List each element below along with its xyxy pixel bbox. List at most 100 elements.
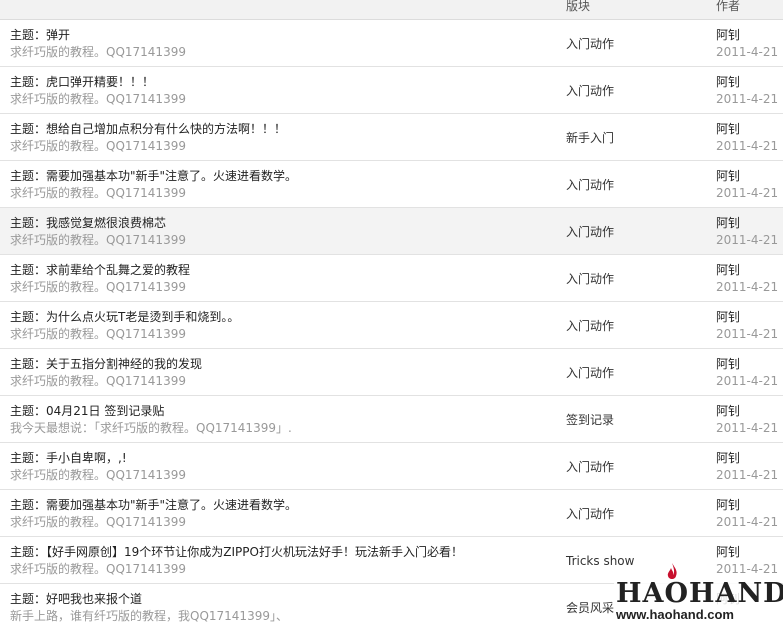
thread-date: 2011-4-21 1 [716, 468, 783, 482]
table-row: 主题：需要加强基本功"新手"注意了。火速进看数学。 求纤巧版的教程。QQ1714… [0, 161, 783, 208]
thread-forum-link[interactable]: 入门动作 [566, 225, 614, 240]
thread-excerpt: 求纤巧版的教程。QQ17141399 [10, 515, 186, 529]
thread-excerpt: 求纤巧版的教程。QQ17141399 [10, 139, 186, 153]
subject-prefix: 主题： [10, 310, 47, 324]
thread-author-link[interactable]: 阿钊 [716, 75, 740, 90]
thread-excerpt: 求纤巧版的教程。QQ17141399 [10, 92, 186, 106]
thread-subject: 主题：虎口弹开精要！！！ [10, 75, 154, 90]
thread-forum-link[interactable]: 会员风采 [566, 601, 614, 616]
subject-prefix: 主题： [10, 263, 47, 277]
thread-author-link[interactable]: 阿钊 [716, 310, 740, 325]
subject-prefix: 主题： [10, 122, 47, 136]
subject-prefix: 主题： [10, 357, 47, 371]
thread-title-link[interactable]: 想给自己增加点积分有什么快的方法啊！！！ [46, 122, 286, 136]
thread-excerpt: 求纤巧版的教程。QQ17141399 [10, 327, 186, 341]
table-row: 主题：04月21日 签到记录贴 我今天最想说：「求纤巧版的教程。QQ171413… [0, 396, 783, 443]
thread-forum-link[interactable]: 入门动作 [566, 84, 614, 99]
thread-date: 2011-4-21 1 [716, 327, 783, 341]
haohand-watermark: HAOHAND www.haohand.com [614, 563, 783, 623]
thread-date: 2011-4-21 1 [716, 515, 783, 529]
thread-excerpt: 求纤巧版的教程。QQ17141399 [10, 186, 186, 200]
thread-excerpt: 我今天最想说：「求纤巧版的教程。QQ17141399」. [10, 421, 292, 435]
thread-title-link[interactable]: 04月21日 签到记录贴 [46, 404, 164, 418]
thread-author-link[interactable]: 阿钊 [716, 545, 740, 560]
table-row: 主题：虎口弹开精要！！！ 求纤巧版的教程。QQ17141399 入门动作 阿钊 … [0, 67, 783, 114]
thread-subject: 主题：弹开 [10, 28, 70, 43]
thread-title-link[interactable]: 弹开 [46, 28, 70, 42]
thread-date: 2011-4-21 1 [716, 233, 783, 247]
table-row-highlighted: 主题：我感觉复燃很浪费棉芯 求纤巧版的教程。QQ17141399 入门动作 阿钊… [0, 208, 783, 255]
thread-date: 2011-4-21 1 [716, 139, 783, 153]
thread-author-link[interactable]: 阿钊 [716, 216, 740, 231]
thread-author-link[interactable]: 阿钊 [716, 169, 740, 184]
thread-title-link[interactable]: 需要加强基本功"新手"注意了。火速进看数学。 [46, 169, 297, 183]
thread-title-link[interactable]: 需要加强基本功"新手"注意了。火速进看数学。 [46, 498, 297, 512]
thread-title-link[interactable]: 关于五指分割神经的我的发现 [46, 357, 202, 371]
thread-date: 2011-4-21 1 [716, 280, 783, 294]
thread-excerpt: 求纤巧版的教程。QQ17141399 [10, 562, 186, 576]
thread-subject: 主题：关于五指分割神经的我的发现 [10, 357, 202, 372]
thread-subject: 主题：好吧我也来报个道 [10, 592, 142, 607]
column-header-author[interactable]: 作者 [716, 0, 740, 13]
thread-date: 2011-4-21 1 [716, 92, 783, 106]
thread-author-link[interactable]: 阿钊 [716, 451, 740, 466]
table-row: 主题：手小自卑啊，,! 求纤巧版的教程。QQ17141399 入门动作 阿钊 2… [0, 443, 783, 490]
thread-author-link[interactable]: 阿钊 [716, 122, 740, 137]
subject-prefix: 主题： [10, 404, 47, 418]
table-row: 主题：求前辈给个乱舞之爱的教程 求纤巧版的教程。QQ17141399 入门动作 … [0, 255, 783, 302]
subject-prefix: 主题： [10, 451, 47, 465]
thread-title-link[interactable]: 求前辈给个乱舞之爱的教程 [46, 263, 190, 277]
table-header: 版块 作者 [0, 0, 783, 20]
thread-excerpt: 新手上路，谁有纤巧版的教程，我QQ17141399」、 [10, 609, 288, 623]
thread-title-link[interactable]: 我感觉复燃很浪费棉芯 [46, 216, 166, 230]
thread-author-link[interactable]: 阿钊 [716, 498, 740, 513]
thread-date: 2011-4-21 1 [716, 186, 783, 200]
thread-forum-link[interactable]: 入门动作 [566, 272, 614, 287]
thread-title-link[interactable]: 【好手网原创】19个环节让你成为ZIPPO打火机玩法好手！玩法新手入门必看！ [46, 545, 463, 559]
thread-author-link[interactable]: 阿钊 [716, 263, 740, 278]
thread-forum-link[interactable]: 入门动作 [566, 460, 614, 475]
thread-forum-link[interactable]: 入门动作 [566, 366, 614, 381]
watermark-logo: HAOHAND [616, 578, 783, 609]
subject-prefix: 主题： [10, 75, 47, 89]
thread-forum-link[interactable]: Tricks show [566, 554, 634, 569]
table-row: 主题：想给自己增加点积分有什么快的方法啊！！！ 求纤巧版的教程。QQ171413… [0, 114, 783, 161]
thread-forum-link[interactable]: 入门动作 [566, 37, 614, 52]
thread-excerpt: 求纤巧版的教程。QQ17141399 [10, 374, 186, 388]
thread-forum-link[interactable]: 入门动作 [566, 507, 614, 522]
thread-excerpt: 求纤巧版的教程。QQ17141399 [10, 233, 186, 247]
column-header-forum[interactable]: 版块 [566, 0, 590, 13]
thread-date: 2011-4-21 1 [716, 374, 783, 388]
thread-date: 2011-4-21 1 [716, 45, 783, 59]
thread-title-link[interactable]: 为什么点火玩T老是烫到手和烧到。。 [46, 310, 239, 324]
subject-prefix: 主题： [10, 592, 47, 606]
thread-title-link[interactable]: 虎口弹开精要！！！ [46, 75, 154, 89]
thread-subject: 主题：需要加强基本功"新手"注意了。火速进看数学。 [10, 498, 297, 513]
thread-author-link[interactable]: 阿钊 [716, 357, 740, 372]
thread-subject: 主题：需要加强基本功"新手"注意了。火速进看数学。 [10, 169, 297, 184]
thread-subject: 主题：我感觉复燃很浪费棉芯 [10, 216, 166, 231]
thread-title-link[interactable]: 手小自卑啊，,! [46, 451, 127, 465]
table-row: 主题：弹开 求纤巧版的教程。QQ17141399 入门动作 阿钊 2011-4-… [0, 20, 783, 67]
thread-forum-link[interactable]: 新手入门 [566, 131, 614, 146]
thread-list: 主题：弹开 求纤巧版的教程。QQ17141399 入门动作 阿钊 2011-4-… [0, 20, 783, 631]
thread-subject: 主题：为什么点火玩T老是烫到手和烧到。。 [10, 310, 239, 325]
watermark-url: www.haohand.com [616, 607, 734, 622]
thread-forum-link[interactable]: 入门动作 [566, 319, 614, 334]
thread-subject: 主题：【好手网原创】19个环节让你成为ZIPPO打火机玩法好手！玩法新手入门必看… [10, 545, 463, 560]
table-row: 主题：关于五指分割神经的我的发现 求纤巧版的教程。QQ17141399 入门动作… [0, 349, 783, 396]
thread-author-link[interactable]: 阿钊 [716, 404, 740, 419]
subject-prefix: 主题： [10, 216, 47, 230]
thread-forum-link[interactable]: 签到记录 [566, 413, 614, 428]
thread-date: 2011-4-21 1 [716, 562, 783, 576]
subject-prefix: 主题： [10, 545, 47, 559]
thread-excerpt: 求纤巧版的教程。QQ17141399 [10, 468, 186, 482]
thread-forum-link[interactable]: 入门动作 [566, 178, 614, 193]
thread-title-link[interactable]: 好吧我也来报个道 [46, 592, 142, 606]
subject-prefix: 主题： [10, 498, 47, 512]
table-row: 主题：为什么点火玩T老是烫到手和烧到。。 求纤巧版的教程。QQ17141399 … [0, 302, 783, 349]
thread-author-link[interactable]: 阿钊 [716, 28, 740, 43]
table-row: 主题：需要加强基本功"新手"注意了。火速进看数学。 求纤巧版的教程。QQ1714… [0, 490, 783, 537]
thread-subject: 主题：04月21日 签到记录贴 [10, 404, 164, 419]
thread-subject: 主题：求前辈给个乱舞之爱的教程 [10, 263, 190, 278]
